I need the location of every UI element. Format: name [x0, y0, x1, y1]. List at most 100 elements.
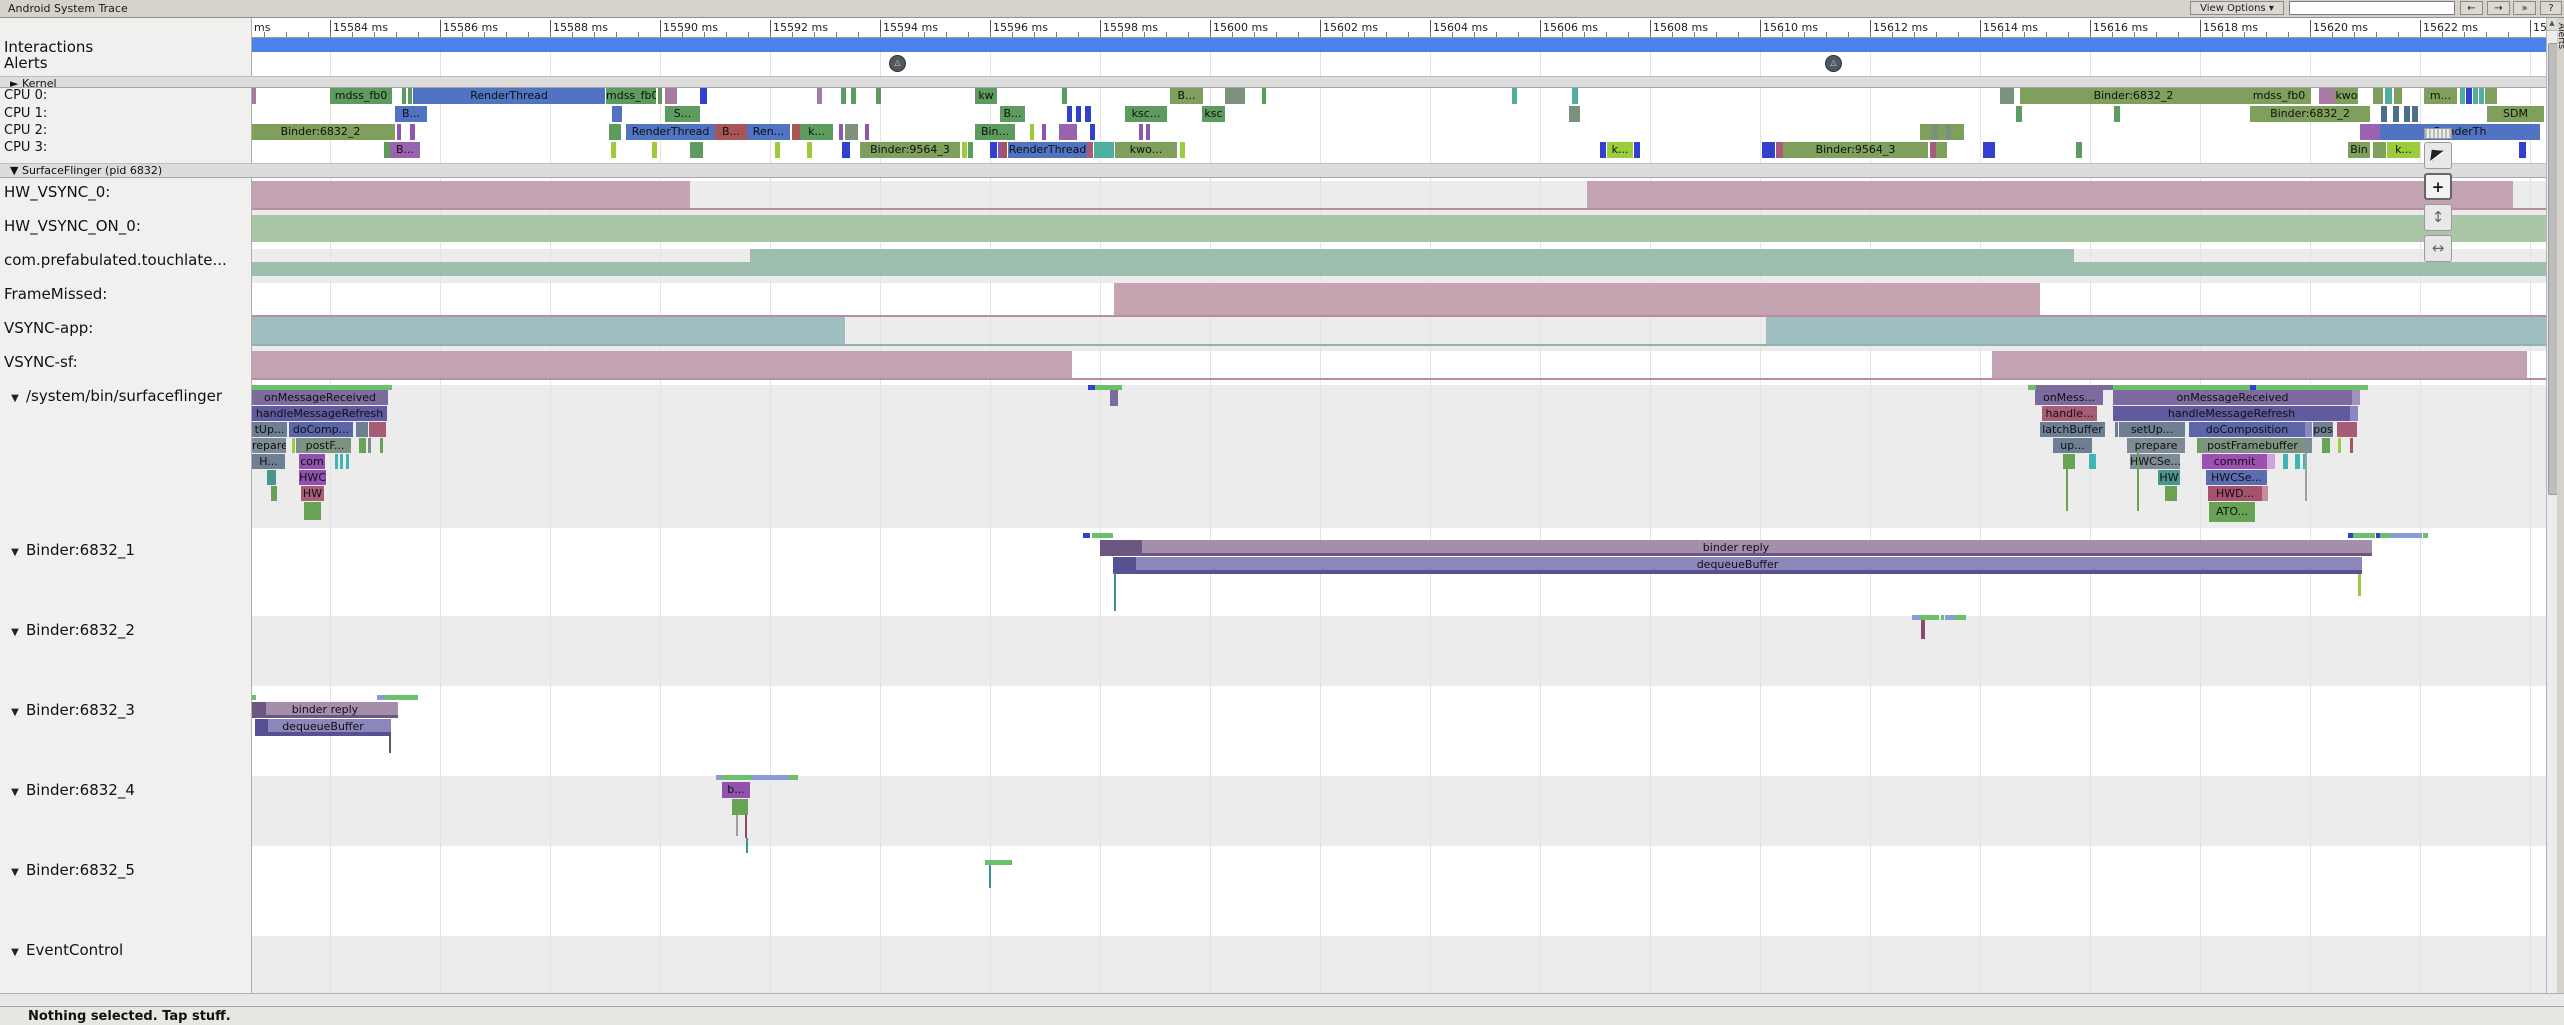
cpu2-slice[interactable]: [1059, 124, 1077, 140]
cpu3-slice[interactable]: k...: [1607, 142, 1633, 158]
surfaceflinger-slice[interactable]: [2267, 454, 2275, 469]
cpu0-slice[interactable]: mdss_fb0: [606, 88, 656, 104]
sidebar-row-hw-vsync-0[interactable]: HW_VSYNC_0:: [4, 183, 110, 201]
binder-6832-2-slice[interactable]: [1955, 615, 1966, 620]
surfaceflinger-slice[interactable]: [2352, 390, 2360, 405]
surfaceflinger-slice[interactable]: handleMessageRefresh: [252, 406, 387, 421]
sidebar-row-cpu-0[interactable]: CPU 0:: [4, 88, 47, 103]
cpu1-slice[interactable]: ksc: [1202, 106, 1225, 122]
surfaceflinger-slice[interactable]: [2089, 454, 2096, 469]
cpu2-slice[interactable]: [2360, 124, 2380, 140]
cpu1-slice[interactable]: [2016, 106, 2022, 122]
alert-icon[interactable]: △: [889, 55, 906, 72]
binder-6832-1-slice[interactable]: [1083, 533, 1090, 538]
cpu2-slice[interactable]: [609, 124, 621, 140]
cpu0-slice[interactable]: [2466, 88, 2472, 104]
timeline-canvas[interactable]: 15584 ms15586 ms15588 ms15590 ms15592 ms…: [252, 0, 2546, 993]
surfaceflinger-slice[interactable]: onMessageReceived: [2113, 390, 2352, 405]
cpu2-slice[interactable]: [865, 124, 869, 140]
binder-6832-4-slice[interactable]: [722, 775, 752, 780]
cpu0-slice[interactable]: [665, 88, 677, 104]
binder-6832-2-slice[interactable]: [1945, 615, 1955, 620]
sidebar-row-alerts[interactable]: Alerts: [4, 54, 48, 72]
cpu2-slice[interactable]: [792, 124, 800, 140]
surfaceflinger-slice[interactable]: [2350, 406, 2358, 421]
sidebar-row-cpu-3[interactable]: CPU 3:: [4, 140, 47, 155]
sidebar-row-binder-6832-5[interactable]: ▼Binder:6832_5: [4, 861, 135, 879]
cpu0-slice[interactable]: [1225, 88, 1245, 104]
cpu3-slice[interactable]: [1002, 142, 1007, 158]
surfaceflinger-slice[interactable]: ATO...: [2209, 502, 2255, 522]
surfaceflinger-slice[interactable]: [2337, 422, 2357, 437]
counter-vsync-sf-slice[interactable]: [252, 351, 1072, 378]
binder-6832-1-slice[interactable]: [2390, 533, 2422, 538]
surfaceflinger-slice[interactable]: HWC: [299, 470, 326, 485]
surfaceflinger-slice[interactable]: [340, 454, 343, 469]
horizontal-scrollbar[interactable]: [0, 993, 2564, 1006]
cpu2-slice[interactable]: Binder:6832_2: [252, 124, 395, 140]
collapse-triangle-icon[interactable]: ▼: [4, 947, 26, 958]
cpu3-slice[interactable]: [1094, 142, 1114, 158]
sidebar-row-binder-6832-1[interactable]: ▼Binder:6832_1: [4, 541, 135, 559]
cpu3-slice[interactable]: [2076, 142, 2082, 158]
cpu2-slice[interactable]: [845, 124, 858, 140]
surfaceflinger-slice[interactable]: com: [299, 454, 325, 469]
surfaceflinger-slice[interactable]: [2305, 422, 2312, 437]
cpu0-slice[interactable]: [1062, 88, 1067, 104]
interactions-slice[interactable]: [252, 38, 2546, 52]
cpu3-slice[interactable]: [1087, 142, 1093, 158]
cpu1-slice[interactable]: [1076, 106, 1081, 122]
cpu0-slice[interactable]: [851, 88, 856, 104]
sidebar-row-binder-6832-3[interactable]: ▼Binder:6832_3: [4, 701, 135, 719]
cpu0-slice[interactable]: [2394, 88, 2402, 104]
cpu3-slice[interactable]: [652, 142, 657, 158]
cpu1-slice[interactable]: [2393, 106, 2399, 122]
surfaceflinger-slice[interactable]: HWCSe...: [2206, 470, 2267, 485]
cpu0-slice[interactable]: [876, 88, 881, 104]
cpu0-slice[interactable]: [252, 88, 256, 104]
cpu3-slice[interactable]: [1634, 142, 1640, 158]
binder-6832-4-slice[interactable]: [732, 799, 748, 815]
cpu3-slice[interactable]: [775, 142, 780, 158]
surfaceflinger-slice[interactable]: [335, 454, 338, 469]
surfaceflinger-slice[interactable]: HWD...: [2208, 486, 2262, 501]
surfaceflinger-slice[interactable]: handle...: [2042, 406, 2097, 421]
zoom-tool-button[interactable]: ↕: [2424, 204, 2452, 231]
surfaceflinger-slice[interactable]: onMessageReceived: [252, 390, 388, 405]
cpu2-slice[interactable]: [1139, 124, 1143, 140]
counter-vsync-app-slice[interactable]: [1766, 317, 2546, 344]
alerts-side-tab[interactable]: Alerts: [2557, 17, 2564, 993]
surfaceflinger-slice[interactable]: [292, 438, 295, 453]
cpu0-slice[interactable]: m...: [2424, 88, 2457, 104]
sidebar-row-cpu-1[interactable]: CPU 1:: [4, 106, 47, 121]
counter-vsync-app-slice[interactable]: [252, 317, 845, 344]
collapse-triangle-icon[interactable]: ▼: [4, 707, 26, 718]
cpu2-slice[interactable]: RenderTh: [2380, 124, 2540, 140]
cpu3-slice[interactable]: [1600, 142, 1606, 158]
surfaceflinger-slice[interactable]: [359, 438, 366, 453]
cpu1-slice[interactable]: [1569, 106, 1580, 122]
cpu3-slice[interactable]: [2373, 142, 2386, 158]
binder-6832-2-slice[interactable]: [1941, 615, 1944, 620]
cpu3-slice[interactable]: [1936, 142, 1947, 158]
sidebar-row-vsync-sf[interactable]: VSYNC-sf:: [4, 353, 78, 371]
collapse-triangle-icon[interactable]: ▼: [4, 547, 26, 558]
cpu0-slice[interactable]: kw: [975, 88, 997, 104]
binder-6832-2-slice[interactable]: [1912, 615, 1920, 620]
surfaceflinger-slice[interactable]: [2350, 438, 2353, 453]
surfaceflinger-slice[interactable]: [1110, 390, 1118, 406]
cpu2-slice[interactable]: B...: [715, 124, 747, 140]
surfaceflinger-slice[interactable]: [369, 422, 386, 437]
sidebar-row-binder-6832-4[interactable]: ▼Binder:6832_4: [4, 781, 135, 799]
surfaceflinger-slice[interactable]: handleMessageRefresh: [2113, 406, 2350, 421]
cpu1-slice[interactable]: [2404, 106, 2410, 122]
cpu0-slice[interactable]: B...: [1170, 88, 1203, 104]
cpu0-slice[interactable]: [2485, 88, 2497, 104]
counter-vsync-sf-slice[interactable]: [1992, 351, 2527, 378]
cpu0-slice[interactable]: kwo: [2335, 88, 2358, 104]
cpu0-slice[interactable]: [2319, 88, 2335, 104]
surfaceflinger-slice[interactable]: [2115, 422, 2118, 437]
group-header-kernel[interactable]: ► Kernel: [0, 76, 2546, 88]
surfaceflinger-slice[interactable]: tUp...: [252, 422, 287, 437]
binder-6832-4-slice[interactable]: [752, 775, 789, 780]
